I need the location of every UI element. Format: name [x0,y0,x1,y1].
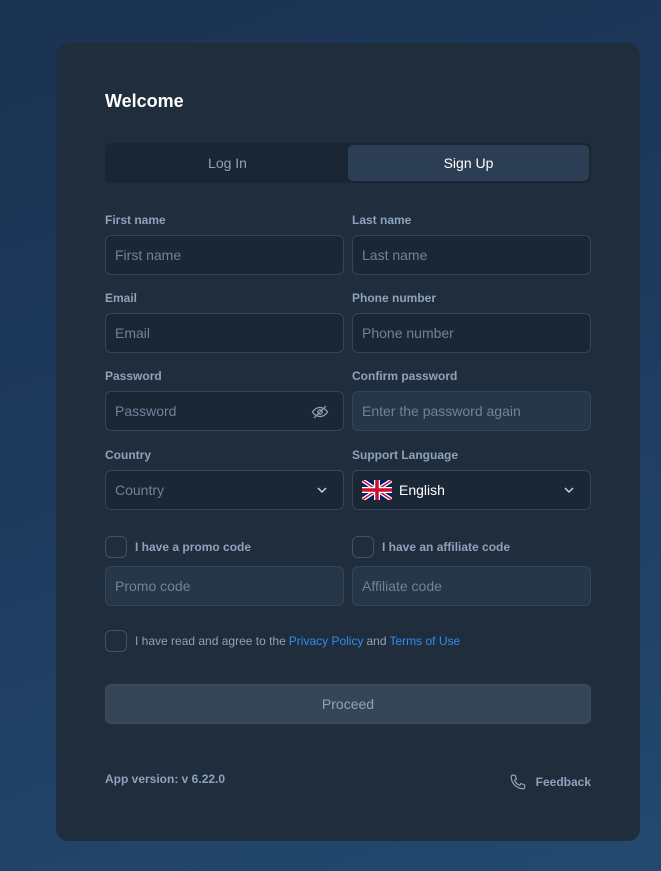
affiliate-code-group [352,566,591,606]
phone-label: Phone number [352,291,437,305]
confirm-password-label: Confirm password [352,369,458,383]
confirm-password-group: Confirm password [352,369,591,431]
privacy-policy-link[interactable]: Privacy Policy [289,634,364,648]
confirm-password-input[interactable] [362,403,581,419]
password-box [105,391,344,431]
promo-code-input[interactable] [115,578,334,594]
phone-icon [510,774,525,790]
agreement-row: I have read and agree to the Privacy Pol… [105,630,463,652]
last-name-input[interactable] [362,247,581,263]
country-select[interactable]: Country [105,470,344,510]
agreement-checkbox[interactable] [105,630,127,652]
email-box [105,313,344,353]
last-name-label: Last name [352,213,412,227]
affiliate-checkbox-label: I have an affiliate code [382,540,511,554]
first-name-group: First name [105,213,344,275]
country-group: Country Country [105,448,344,510]
promo-code-box [105,566,344,606]
eye-off-icon[interactable] [311,403,329,421]
first-name-input[interactable] [115,247,334,263]
last-name-box [352,235,591,275]
page-title: Welcome [105,91,184,111]
email-label: Email [105,291,138,305]
agreement-text: I have read and agree to the [135,634,286,648]
phone-group: Phone number [352,291,591,353]
phone-input[interactable] [362,325,581,341]
promo-code-group [105,566,344,606]
chevron-down-icon [317,487,327,494]
phone-box [352,313,591,353]
affiliate-code-box [352,566,591,606]
affiliate-code-input[interactable] [362,578,581,594]
feedback-link[interactable]: Feedback [509,773,591,791]
language-value: English [399,482,445,498]
password-group: Password [105,369,344,431]
language-select[interactable]: English [352,470,591,510]
email-input[interactable] [115,325,334,341]
terms-of-use-link[interactable]: Terms of Use [390,634,461,648]
promo-checkbox[interactable] [105,536,127,558]
password-input[interactable] [115,403,334,419]
tab-signup[interactable]: Sign Up [348,145,589,181]
country-placeholder: Country [115,482,165,498]
chevron-down-icon [564,487,574,494]
proceed-button[interactable]: Proceed [105,684,591,724]
country-label: Country [105,448,151,462]
first-name-label: First name [105,213,166,227]
confirm-password-box [352,391,591,431]
first-name-box [105,235,344,275]
last-name-group: Last name [352,213,591,275]
auth-tabs: Log In Sign Up [105,143,591,183]
agreement-conjunction: and [366,634,387,648]
tab-login[interactable]: Log In [107,145,348,181]
affiliate-checkbox-row[interactable]: I have an affiliate code [352,536,510,558]
promo-checkbox-label: I have a promo code [135,540,252,554]
email-group: Email [105,291,344,353]
promo-checkbox-row[interactable]: I have a promo code [105,536,251,558]
uk-flag-icon [362,480,392,500]
feedback-label: Feedback [535,775,591,789]
language-group: Support Language English [352,448,591,510]
affiliate-checkbox[interactable] [352,536,374,558]
app-version: App version: v 6.22.0 [105,772,226,786]
password-label: Password [105,369,162,383]
language-label: Support Language [352,448,458,462]
signup-card: Welcome Log In Sign Up First name Last n… [56,43,640,841]
